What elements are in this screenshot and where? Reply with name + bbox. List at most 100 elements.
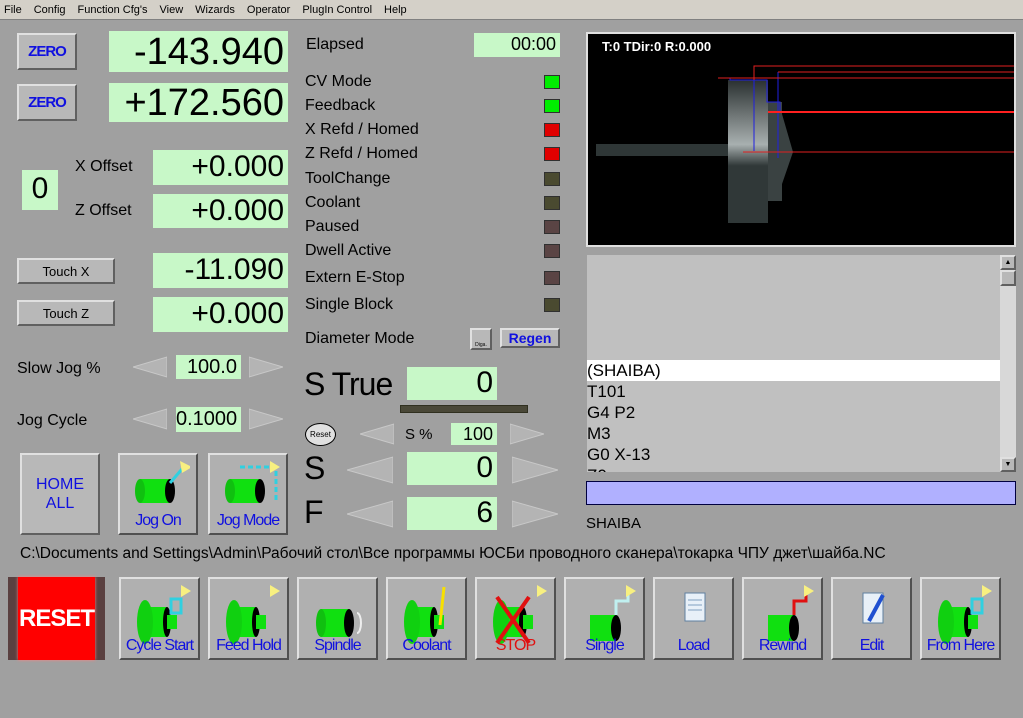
slow-jog-label: Slow Jog %	[17, 360, 101, 377]
s-pct-dro[interactable]: 100	[451, 423, 497, 445]
gcode-line[interactable]: Z0	[587, 465, 1000, 472]
jog-cycle-label: Jog Cycle	[17, 412, 88, 429]
load-label: Load	[677, 637, 711, 654]
from-here-button[interactable]: From Here	[920, 577, 1001, 660]
scroll-up-icon[interactable]: ▲	[1000, 255, 1016, 270]
s-minus-button[interactable]	[347, 456, 393, 484]
scroll-thumb[interactable]	[1000, 270, 1016, 286]
x-offset-dro[interactable]: +0.000	[153, 150, 288, 185]
load-button[interactable]: Load	[653, 577, 734, 660]
menu-bar: File Config Function Cfg's View Wizards …	[0, 0, 1023, 20]
status-led	[544, 147, 560, 161]
menu-config[interactable]: Config	[34, 4, 66, 16]
touch-x-button[interactable]: Touch X	[17, 258, 115, 284]
jog-cycle-plus-button[interactable]	[249, 408, 283, 430]
load-icon	[684, 592, 706, 622]
touch-z-button[interactable]: Touch Z	[17, 300, 115, 326]
x-axis-dro[interactable]: -143.940	[109, 31, 288, 72]
spindle-label: Spindle	[314, 637, 361, 654]
program-progress-bar	[586, 481, 1016, 505]
gcode-line[interactable]: G0 X-13	[587, 444, 1000, 465]
led-label: Extern E-Stop	[305, 269, 405, 286]
gcode-line[interactable]: G4 P2	[587, 402, 1000, 423]
gcode-line[interactable]: T101	[587, 381, 1000, 402]
jog-mode-button[interactable]: Jog Mode	[208, 453, 288, 535]
gcode-line[interactable]: M3	[587, 423, 1000, 444]
file-path: C:\Documents and Settings\Admin\Рабочий …	[20, 545, 886, 562]
touch-x-dro[interactable]: -11.090	[153, 253, 288, 288]
spindle-button[interactable]: Spindle	[297, 577, 378, 660]
feed-hold-label: Feed Hold	[216, 637, 282, 654]
scroll-down-icon[interactable]: ▼	[1000, 457, 1016, 472]
from-here-icon	[938, 585, 992, 644]
gcode-line[interactable]: (SHAIBA)	[587, 360, 1000, 381]
edit-icon	[862, 592, 885, 624]
spindle-pct-minus-button[interactable]	[360, 423, 394, 445]
feed-hold-button[interactable]: Feed Hold	[208, 577, 289, 660]
spindle-reset-button[interactable]: Reset	[305, 423, 336, 446]
stop-icon	[493, 585, 547, 645]
gcode-list[interactable]: (SHAIBA)T101G4 P2M3G0 X-13Z0	[587, 255, 1000, 472]
elapsed-label: Elapsed	[306, 36, 364, 53]
home-all-button[interactable]: HOME ALL	[20, 453, 100, 535]
menu-view[interactable]: View	[160, 4, 184, 16]
led-label: Coolant	[305, 194, 361, 211]
menu-operator[interactable]: Operator	[247, 4, 290, 16]
zero-z-button[interactable]: ZERO	[17, 84, 77, 121]
slow-jog-plus-button[interactable]	[249, 356, 283, 378]
reset-button[interactable]: RESET	[8, 577, 105, 660]
led-label: Dwell Active	[305, 242, 392, 259]
menu-file[interactable]: File	[4, 4, 22, 16]
status-led	[544, 99, 560, 113]
gcode-scrollbar[interactable]: ▲ ▼	[1000, 255, 1016, 472]
edit-button[interactable]: Edit	[831, 577, 912, 660]
diameter-mode-toggle[interactable]: Diga.	[470, 328, 492, 350]
single-label: Single	[585, 637, 624, 654]
rewind-button[interactable]: Rewind	[742, 577, 823, 660]
diameter-mode-label: Diameter Mode	[305, 330, 415, 347]
from-here-label: From Here	[926, 637, 995, 654]
menu-wizards[interactable]: Wizards	[195, 4, 235, 16]
tool-number-dro[interactable]: 0	[22, 170, 58, 210]
z-offset-dro[interactable]: +0.000	[153, 194, 288, 228]
status-led	[544, 75, 560, 89]
menu-help[interactable]: Help	[384, 4, 407, 16]
slow-jog-minus-button[interactable]	[133, 356, 167, 378]
f-plus-button[interactable]	[512, 500, 558, 528]
spindle-pct-plus-button[interactable]	[510, 423, 544, 445]
coolant-button[interactable]: Coolant	[386, 577, 467, 660]
stop-button[interactable]: STOP	[475, 577, 556, 660]
f-label: F	[304, 494, 324, 530]
spindle-load-bar	[400, 405, 528, 413]
f-minus-button[interactable]	[347, 500, 393, 528]
cycle-start-icon	[137, 585, 191, 644]
s-label: S	[304, 450, 326, 486]
slow-jog-dro[interactable]: 100.0	[176, 355, 241, 379]
cycle-start-button[interactable]: Cycle Start	[119, 577, 200, 660]
regen-button[interactable]: Regen	[500, 328, 560, 348]
s-true-dro: 0	[407, 367, 497, 400]
s-true-label: S True	[304, 366, 393, 402]
zero-x-button[interactable]: ZERO	[17, 33, 77, 70]
z-offset-label: Z Offset	[75, 202, 132, 219]
s-plus-button[interactable]	[512, 456, 558, 484]
s-pct-label: S %	[405, 426, 433, 443]
menu-function-cfgs[interactable]: Function Cfg's	[78, 4, 148, 16]
jog-on-button[interactable]: Jog On	[118, 453, 198, 535]
single-button[interactable]: Single	[564, 577, 645, 660]
jog-cycle-minus-button[interactable]	[133, 408, 167, 430]
program-name: SHAIBA	[586, 515, 642, 532]
rewind-icon	[768, 585, 814, 641]
elapsed-dro: 00:00	[474, 33, 560, 57]
f-dro[interactable]: 6	[407, 497, 497, 530]
status-led	[544, 123, 560, 137]
z-axis-dro[interactable]: +172.560	[109, 83, 288, 122]
led-label: Paused	[305, 218, 360, 235]
menu-plugin-control[interactable]: PlugIn Control	[302, 4, 372, 16]
toolpath-display[interactable]: T:0 TDir:0 R:0.000	[586, 32, 1016, 247]
jog-cycle-dro[interactable]: 0.1000	[176, 407, 241, 432]
status-led	[544, 271, 560, 285]
s-dro[interactable]: 0	[407, 452, 497, 485]
x-offset-label: X Offset	[75, 158, 133, 175]
touch-z-dro[interactable]: +0.000	[153, 297, 288, 332]
